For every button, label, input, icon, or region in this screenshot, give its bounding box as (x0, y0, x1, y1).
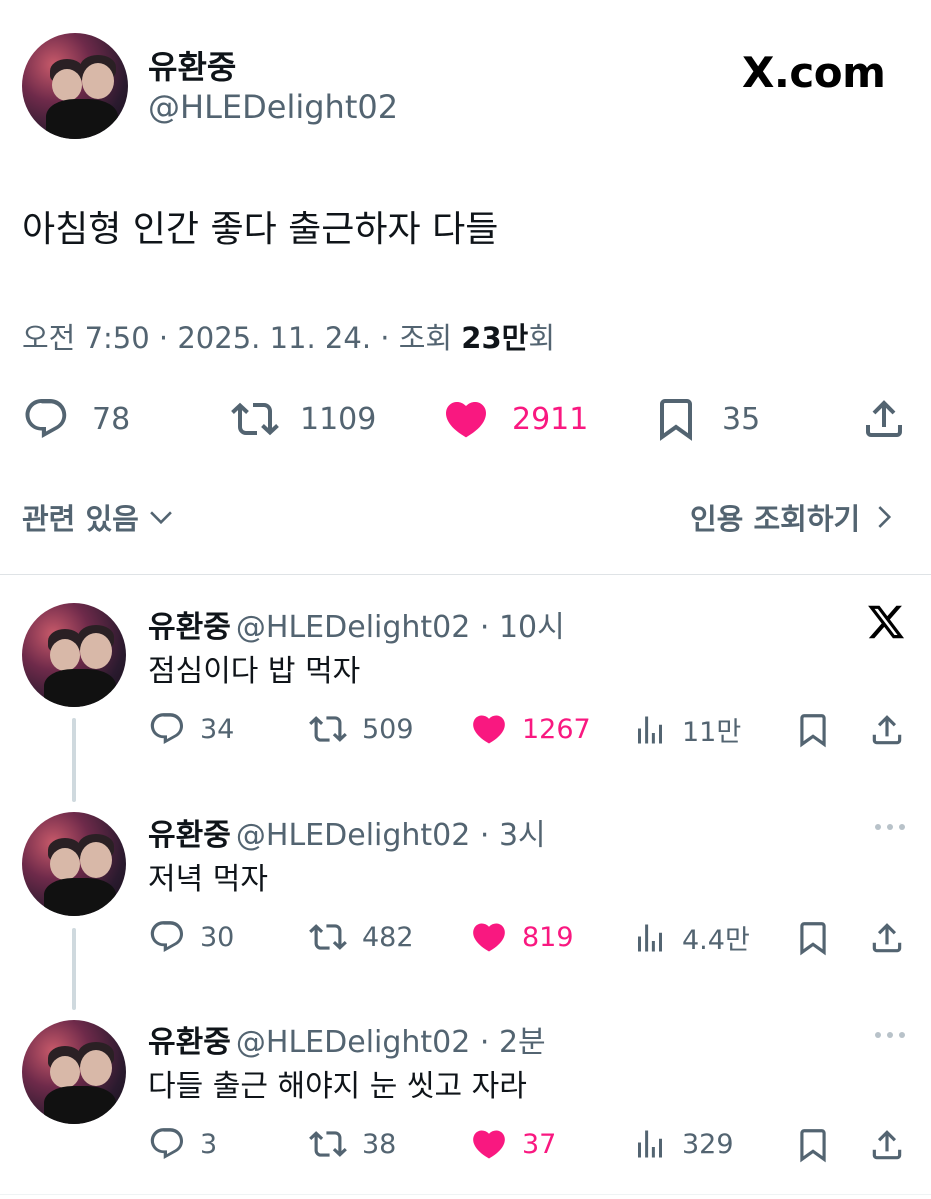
reply-share-button[interactable] (868, 710, 920, 750)
heart-icon (470, 710, 508, 748)
reply-reply-button[interactable]: 34 (148, 710, 234, 748)
reply-retweet-button[interactable]: 38 (308, 1125, 396, 1163)
bottom-divider (0, 1194, 931, 1195)
view-quotes-link[interactable]: 인용 조회하기 (690, 496, 898, 538)
analytics-icon (632, 1125, 668, 1163)
more-icon[interactable] (872, 1020, 908, 1050)
reply-text: 저녁 먹자 (148, 862, 268, 897)
reply-like-button[interactable]: 37 (470, 1125, 556, 1163)
reply-views-button[interactable]: 4.4만 (632, 918, 750, 957)
reply-avatar[interactable] (22, 603, 126, 707)
reply-reply-button[interactable]: 3 (148, 1125, 217, 1163)
bookmark-icon (652, 395, 700, 443)
reply-avatar[interactable] (22, 1020, 126, 1124)
x-logo-icon (866, 602, 906, 642)
views-count[interactable]: 23만 (461, 321, 528, 355)
views-suffix: 회 (528, 321, 556, 355)
author-avatar[interactable] (22, 33, 128, 139)
views-count: 329 (682, 1128, 734, 1160)
reply-bookmark-button[interactable] (794, 1125, 846, 1165)
retweet-icon (308, 710, 348, 748)
reply-views-button[interactable]: 11만 (632, 710, 741, 749)
tweet-meta: 오전 7:50 · 2025. 11. 24. · 조회 23만회 (22, 315, 555, 357)
retweet-button[interactable]: 1109 (230, 395, 376, 443)
reply-text: 다들 출근 해야지 눈 씻고 자라 (148, 1069, 527, 1104)
reply-count: 78 (92, 401, 131, 437)
retweet-count: 509 (362, 713, 414, 745)
heart-icon (470, 1125, 508, 1163)
retweet-icon (230, 395, 280, 443)
quotes-label: 인용 조회하기 (690, 502, 861, 536)
like-button[interactable]: 2911 (442, 395, 588, 443)
heart-icon (470, 918, 508, 956)
reply-handle-time[interactable]: @HLEDelight02 · 10시 (236, 610, 565, 645)
heart-icon (442, 395, 490, 443)
share-icon (868, 918, 906, 958)
reply-reply-button[interactable]: 30 (148, 918, 234, 956)
bookmark-icon (794, 918, 832, 958)
author-handle[interactable]: @HLEDelight02 (148, 88, 398, 126)
retweet-icon (308, 918, 348, 956)
reply-count: 34 (200, 713, 235, 745)
share-button[interactable] (860, 395, 908, 443)
analytics-icon (632, 711, 668, 749)
reply-text: 점심이다 밥 먹자 (148, 654, 361, 689)
more-icon[interactable] (872, 812, 908, 842)
reply-retweet-button[interactable]: 482 (308, 918, 414, 956)
reply-icon (148, 710, 186, 748)
retweet-count: 482 (362, 921, 414, 953)
tweet-text: 아침형 인간 좋다 출근하자 다들 (22, 209, 499, 250)
reply-like-button[interactable]: 1267 (470, 710, 591, 748)
bookmark-icon (794, 1125, 832, 1165)
reply-share-button[interactable] (868, 1125, 920, 1165)
reply-author-name[interactable]: 유환중 (148, 610, 231, 645)
related-toggle[interactable]: 관련 있음 (22, 496, 175, 538)
bookmark-count: 35 (722, 401, 761, 437)
share-icon (868, 1125, 906, 1165)
reply-bookmark-button[interactable] (794, 918, 846, 958)
retweet-count: 1109 (300, 401, 377, 437)
reply-views-button[interactable]: 329 (632, 1125, 734, 1163)
reply-bookmark-button[interactable] (794, 710, 846, 750)
site-logo: X.com (742, 48, 886, 97)
like-count: 1267 (522, 713, 591, 745)
reply-author-name[interactable]: 유환중 (148, 818, 231, 853)
retweet-icon (308, 1125, 348, 1163)
reply-header: 유환중 @HLEDelight02 · 3시 (148, 810, 546, 854)
retweet-count: 38 (362, 1128, 397, 1160)
views-count: 4.4만 (682, 925, 750, 956)
reply-header: 유환중 @HLEDelight02 · 2분 (148, 1017, 546, 1061)
section-divider (0, 574, 931, 575)
like-count: 37 (522, 1128, 557, 1160)
analytics-icon (632, 919, 668, 957)
share-icon (868, 710, 906, 750)
reply-handle-time[interactable]: @HLEDelight02 · 2분 (236, 1025, 546, 1060)
views-count: 11만 (682, 717, 742, 748)
reply-retweet-button[interactable]: 509 (308, 710, 414, 748)
reply-icon (22, 395, 70, 443)
reply-icon (148, 918, 186, 956)
reply-header: 유환중 @HLEDelight02 · 10시 (148, 602, 565, 646)
share-icon (860, 395, 908, 443)
bookmark-icon (794, 710, 832, 750)
reply-share-button[interactable] (868, 918, 920, 958)
bookmark-button[interactable]: 35 (652, 395, 760, 443)
reply-author-name[interactable]: 유환중 (148, 1025, 231, 1060)
thread-line (72, 718, 76, 802)
like-count: 2911 (512, 401, 589, 437)
reply-avatar[interactable] (22, 812, 126, 916)
thread-line (72, 928, 76, 1010)
related-label: 관련 있음 (22, 502, 139, 536)
chevron-down-icon (147, 503, 175, 531)
author-name[interactable]: 유환중 (148, 42, 236, 88)
reply-like-button[interactable]: 819 (470, 918, 574, 956)
chevron-right-icon (870, 503, 898, 531)
reply-count: 30 (200, 921, 235, 953)
reply-button[interactable]: 78 (22, 395, 130, 443)
like-count: 819 (522, 921, 574, 953)
reply-count: 3 (200, 1128, 218, 1160)
tweet-timestamp: 오전 7:50 · 2025. 11. 24. · 조회 (22, 321, 462, 355)
reply-icon (148, 1125, 186, 1163)
reply-handle-time[interactable]: @HLEDelight02 · 3시 (236, 818, 546, 853)
